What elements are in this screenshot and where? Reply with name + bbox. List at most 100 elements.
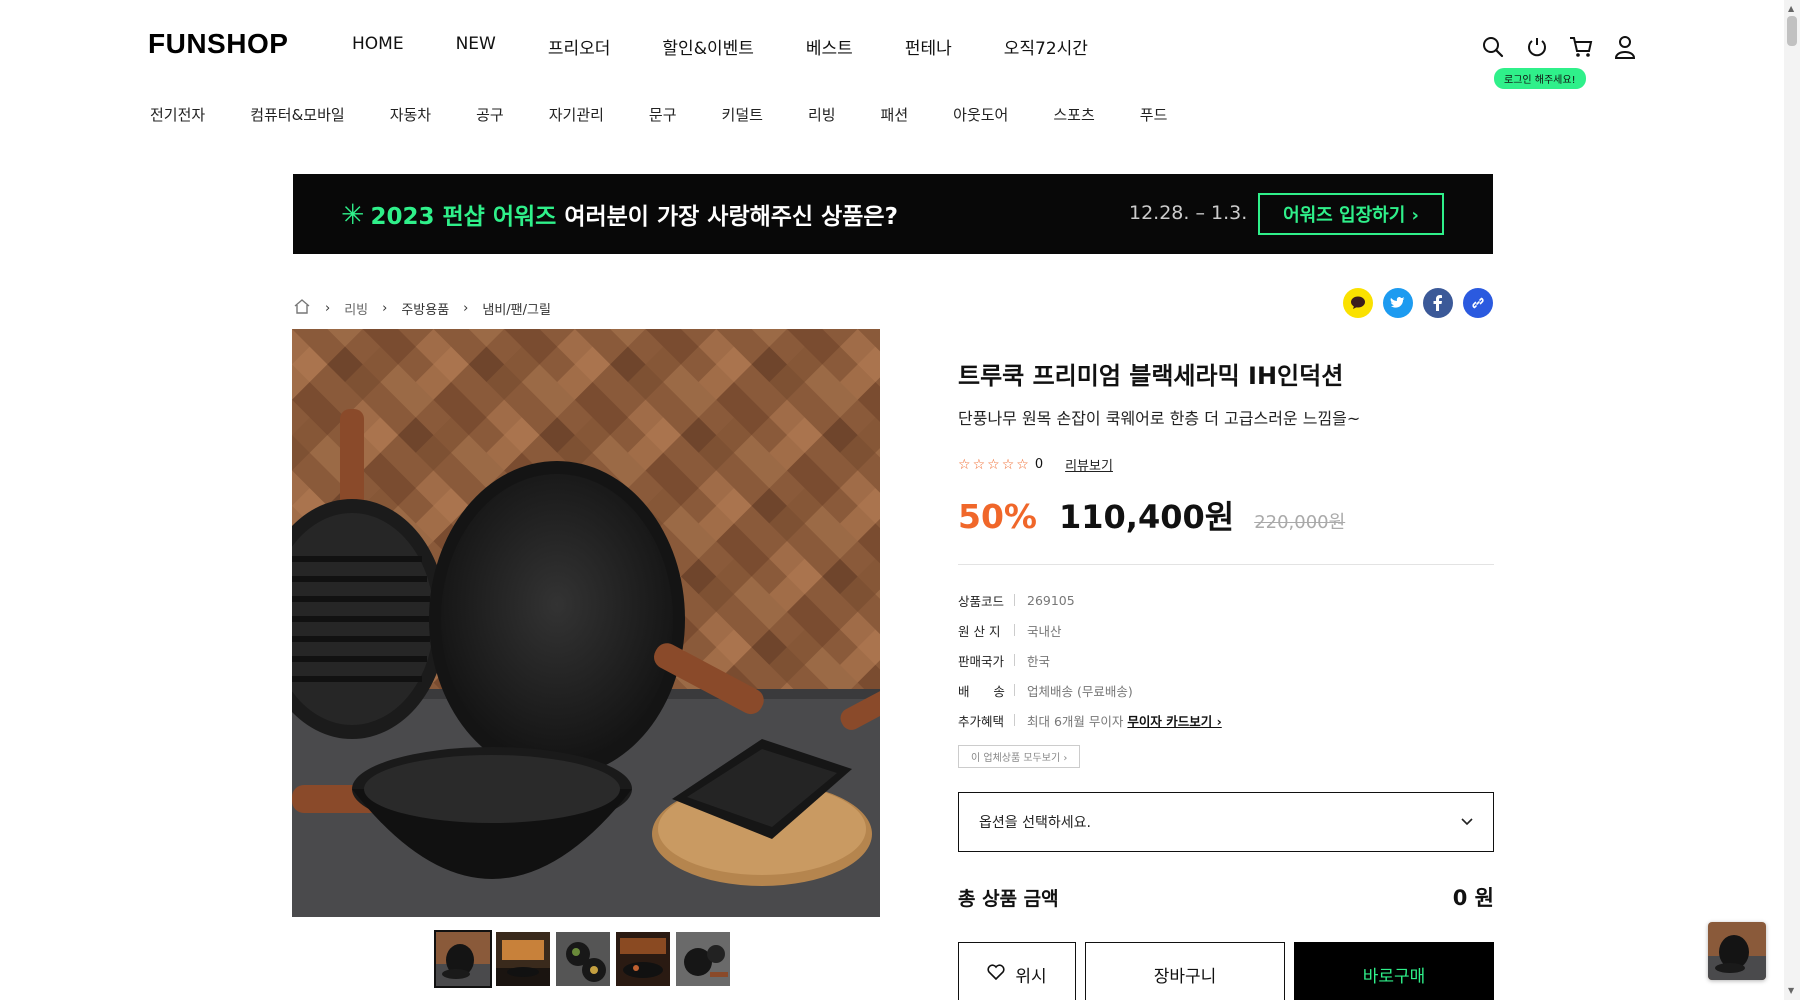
- action-buttons: 위시 장바구니 바로구매: [958, 942, 1494, 1000]
- login-hint-badge[interactable]: 로그인 해주세요!: [1494, 68, 1586, 89]
- spec-value: 한국: [1027, 653, 1051, 669]
- spec-value: 최대 6개월 무이자: [1027, 713, 1124, 729]
- product-thumbnails: [434, 930, 730, 988]
- category-nav: 전기전자 컴퓨터&모바일 자동차 공구 자기관리 문구 키덜트 리빙 패션 아웃…: [150, 104, 1212, 125]
- original-price: 220,000원: [1254, 512, 1346, 533]
- cat-car[interactable]: 자동차: [390, 104, 431, 125]
- cat-computer-mobile[interactable]: 컴퓨터&모바일: [250, 104, 345, 125]
- cat-electronics[interactable]: 전기전자: [150, 104, 205, 125]
- divider: [1014, 654, 1015, 666]
- cat-tools[interactable]: 공구: [476, 104, 504, 125]
- product-thumbnail[interactable]: [556, 932, 610, 986]
- nav-home[interactable]: HOME: [352, 34, 404, 59]
- sale-price: 110,400원: [1059, 498, 1235, 536]
- review-link[interactable]: 리뷰보기: [1065, 455, 1113, 474]
- home-icon[interactable]: [293, 298, 311, 318]
- banner-date: 12.28. – 1.3.: [1129, 202, 1248, 224]
- spec-row: 추가혜택 최대 6개월 무이자 무이자 카드보기 ›: [958, 705, 1494, 735]
- chevron-right-icon: ›: [325, 300, 331, 316]
- option-placeholder: 옵션을 선택하세요.: [979, 815, 1091, 831]
- divider: [1014, 714, 1015, 726]
- add-to-cart-button[interactable]: 장바구니: [1085, 942, 1285, 1000]
- spec-row: 원 산 지 국내산: [958, 615, 1494, 645]
- divider: [1014, 594, 1015, 606]
- cart-icon[interactable]: [1568, 34, 1594, 60]
- star-icon: ☆: [1001, 456, 1015, 473]
- nav-72hours[interactable]: 오직72시간: [1004, 34, 1088, 59]
- product-subtitle: 단풍나무 원목 손잡이 쿡웨어로 한층 더 고급스러운 느낌을~: [958, 409, 1361, 428]
- breadcrumb-pots-pans[interactable]: 냄비/팬/그릴: [482, 299, 551, 318]
- nav-new[interactable]: NEW: [456, 34, 496, 59]
- wish-label: 위시: [1015, 966, 1047, 987]
- spec-value: 업체배송 (무료배송): [1027, 683, 1133, 699]
- total-value: 0 원: [1452, 886, 1494, 910]
- banner-highlight: 2023 펀샵 어워즈: [370, 204, 557, 230]
- price-row: 50% 110,400원 220,000원: [958, 492, 1494, 538]
- spec-value: 국내산: [1027, 623, 1062, 639]
- site-logo[interactable]: FUNSHOP: [148, 28, 288, 60]
- main-nav: HOME NEW 프리오더 할인&이벤트 베스트 펀테나 오직72시간: [352, 34, 1140, 59]
- option-select[interactable]: 옵션을 선택하세요.: [958, 792, 1494, 852]
- chevron-right-icon: ›: [382, 300, 388, 316]
- star-icon: ☆: [1016, 456, 1029, 473]
- cat-fashion[interactable]: 패션: [881, 104, 909, 125]
- scroll-up-icon[interactable]: ▲: [1788, 4, 1794, 13]
- cat-living[interactable]: 리빙: [808, 104, 836, 125]
- spec-key: 배 송: [958, 683, 1005, 699]
- cat-sports[interactable]: 스포츠: [1053, 104, 1094, 125]
- nav-best[interactable]: 베스트: [806, 34, 853, 59]
- cat-selfcare[interactable]: 자기관리: [549, 104, 604, 125]
- link-share-icon[interactable]: [1463, 288, 1493, 318]
- product-thumbnail[interactable]: [496, 932, 550, 986]
- cat-food[interactable]: 푸드: [1140, 104, 1168, 125]
- product-thumbnail[interactable]: [616, 932, 670, 986]
- product-info: 트루쿡 프리미엄 블랙세라믹 IH인덕션 단풍나무 원목 손잡이 쿡웨어로 한층…: [958, 356, 1494, 1000]
- cat-outdoor[interactable]: 아웃도어: [953, 104, 1008, 125]
- spec-list: 상품코드 269105 원 산 지 국내산 판매국가 한국 배 송 업체배송 (…: [958, 585, 1494, 735]
- total-row: 총 상품 금액 0 원: [958, 882, 1494, 912]
- cat-kidult[interactable]: 키덜트: [722, 104, 763, 125]
- vendor-products-button[interactable]: 이 업체상품 모두보기 ›: [958, 745, 1081, 768]
- breadcrumb: › 리빙 › 주방용품 › 냄비/팬/그릴: [293, 298, 551, 318]
- product-thumbnail[interactable]: [434, 930, 492, 988]
- spec-value: 269105: [1027, 592, 1075, 608]
- awards-enter-button[interactable]: 어워즈 입장하기 ›: [1258, 193, 1444, 235]
- divider: [958, 564, 1494, 565]
- utility-icons: [1480, 34, 1638, 60]
- heart-icon: [987, 963, 1005, 985]
- interest-free-card-link[interactable]: 무이자 카드보기 ›: [1127, 711, 1221, 730]
- facebook-share-icon[interactable]: [1423, 288, 1453, 318]
- star-icon: ☆: [958, 456, 971, 473]
- spec-row: 배 송 업체배송 (무료배송): [958, 675, 1494, 705]
- star-icon: ☆: [987, 456, 1000, 473]
- scrollbar-thumb[interactable]: [1787, 16, 1797, 46]
- chevron-down-icon: [1461, 814, 1473, 830]
- recently-viewed-thumbnail[interactable]: [1708, 922, 1766, 980]
- nav-sale-event[interactable]: 할인&이벤트: [662, 34, 753, 59]
- scroll-down-icon[interactable]: ▼: [1788, 986, 1794, 995]
- nav-funtenna[interactable]: 펀테나: [905, 34, 952, 59]
- buy-now-button[interactable]: 바로구매: [1294, 942, 1494, 1000]
- star-icon: ☆: [972, 456, 986, 473]
- twitter-share-icon[interactable]: [1383, 288, 1413, 318]
- spec-row: 상품코드 269105: [958, 585, 1494, 615]
- breadcrumb-kitchen[interactable]: 주방용품: [401, 299, 449, 318]
- nav-preorder[interactable]: 프리오더: [548, 34, 611, 59]
- spec-key: 상품코드: [958, 593, 1005, 609]
- kakao-share-icon[interactable]: [1343, 288, 1373, 318]
- spec-key: 판매국가: [958, 653, 1005, 669]
- awards-banner[interactable]: ✳ 2023 펀샵 어워즈 여러분이 가장 사랑해주신 상품은? 12.28. …: [293, 174, 1493, 254]
- product-main-image[interactable]: [292, 329, 880, 917]
- user-icon[interactable]: [1612, 34, 1638, 60]
- wish-button[interactable]: 위시: [958, 942, 1076, 1000]
- power-icon[interactable]: [1524, 34, 1550, 60]
- search-icon[interactable]: [1480, 34, 1506, 60]
- page-scrollbar[interactable]: ▲ ▼: [1784, 0, 1800, 1000]
- rating-count: 0: [1034, 457, 1044, 472]
- cat-stationery[interactable]: 문구: [649, 104, 677, 125]
- product-title: 트루쿡 프리미엄 블랙세라믹 IH인덕션: [958, 362, 1344, 390]
- divider: [1014, 624, 1015, 636]
- divider: [1014, 684, 1015, 696]
- product-thumbnail[interactable]: [676, 932, 730, 986]
- breadcrumb-living[interactable]: 리빙: [344, 299, 368, 318]
